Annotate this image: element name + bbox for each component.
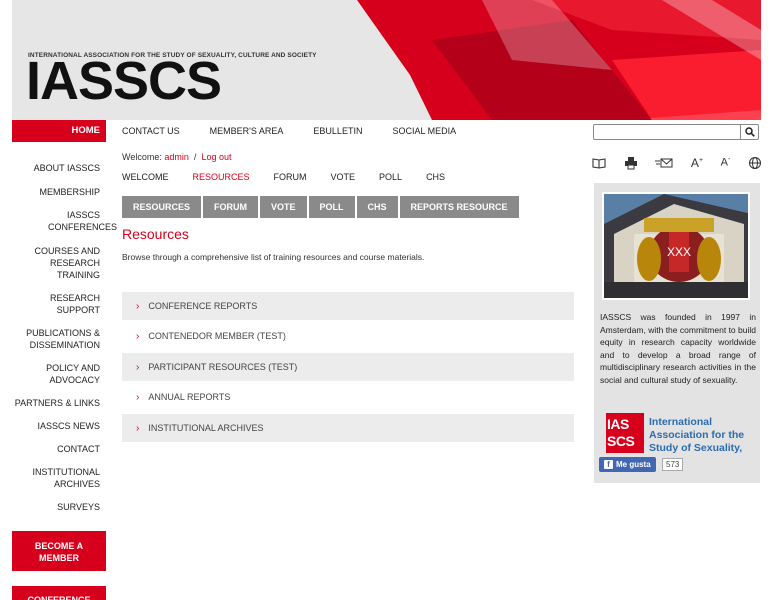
tab-resources[interactable]: RESOURCES bbox=[122, 196, 202, 218]
welcome-prefix: Welcome: bbox=[122, 152, 162, 162]
site-header: INTERNATIONAL ASSOCIATION FOR THE STUDY … bbox=[12, 0, 761, 120]
chevron-right-icon: › bbox=[136, 301, 140, 312]
nav-social-media[interactable]: SOCIAL MEDIA bbox=[392, 126, 456, 136]
nav-members-area[interactable]: MEMBER'S AREA bbox=[210, 126, 284, 136]
tab-poll[interactable]: POLL bbox=[308, 196, 355, 218]
sidebar: HOME ABOUT IASSCS MEMBERSHIP IASSCS CONF… bbox=[12, 120, 117, 513]
accordion-label: PARTICIPANT RESOURCES (TEST) bbox=[148, 362, 298, 372]
nav-contact-us[interactable]: CONTACT US bbox=[122, 126, 180, 136]
sidebar-item-about[interactable]: ABOUT IASSCS bbox=[12, 162, 106, 174]
sidebar-item-partners[interactable]: PARTNERS & LINKS bbox=[12, 397, 106, 409]
accordion-item-institutional-archives[interactable]: › INSTITUTIONAL ARCHIVES bbox=[122, 414, 574, 442]
sidebar-item-research-support[interactable]: RESEARCH SUPPORT bbox=[12, 292, 106, 316]
accordion-item-participant-resources[interactable]: › PARTICIPANT RESOURCES (TEST) bbox=[122, 353, 574, 381]
font-decrease-icon[interactable]: A- bbox=[721, 156, 731, 170]
facebook-icon: f bbox=[604, 460, 613, 469]
accordion-label: ANNUAL REPORTS bbox=[148, 392, 231, 402]
sidebar-item-contact[interactable]: CONTACT bbox=[12, 443, 106, 455]
accordion-label: CONFERENCE REPORTS bbox=[148, 301, 258, 311]
fb-like-label: Me gusta bbox=[616, 460, 651, 469]
accordion-item-annual-reports[interactable]: › ANNUAL REPORTS bbox=[122, 383, 574, 411]
globe-icon[interactable] bbox=[748, 156, 762, 170]
tab-chs[interactable]: CHS bbox=[356, 196, 398, 218]
chevron-right-icon: › bbox=[136, 362, 140, 373]
sub-nav: WELCOME RESOURCES FORUM VOTE POLL CHS bbox=[122, 172, 469, 182]
accordion-label: CONTENEDOR MEMBER (TEST) bbox=[148, 331, 286, 341]
fb-like-count: 573 bbox=[662, 458, 684, 471]
resource-tabs: RESOURCES FORUM VOTE POLL CHS REPORTS RE… bbox=[122, 196, 521, 218]
subnav-poll[interactable]: POLL bbox=[379, 172, 402, 182]
sidebar-item-surveys[interactable]: SURVEYS bbox=[12, 501, 106, 513]
amsterdam-photo: XXX bbox=[602, 192, 750, 300]
chevron-right-icon: › bbox=[136, 331, 140, 342]
tab-forum[interactable]: FORUM bbox=[203, 196, 259, 218]
print-icon[interactable] bbox=[624, 156, 638, 170]
svg-text:XXX: XXX bbox=[667, 245, 691, 259]
subnav-welcome[interactable]: WELCOME bbox=[122, 172, 169, 182]
subnav-chs[interactable]: CHS bbox=[426, 172, 445, 182]
accordion-item-conference-reports[interactable]: › CONFERENCE REPORTS bbox=[122, 292, 574, 320]
fb-like-button[interactable]: f Me gusta bbox=[599, 457, 656, 472]
tab-vote[interactable]: VOTE bbox=[260, 196, 307, 218]
username-link[interactable]: admin bbox=[164, 152, 189, 162]
sidebar-item-news[interactable]: IASSCS NEWS bbox=[12, 420, 106, 432]
fb-page-title[interactable]: International Association for the Study … bbox=[649, 416, 759, 455]
sidebar-item-conferences[interactable]: IASSCS CONFERENCES bbox=[12, 209, 117, 233]
welcome-separator: / bbox=[193, 152, 197, 162]
page-title: Resources bbox=[122, 226, 189, 242]
welcome-line: Welcome: admin / Log out bbox=[122, 152, 231, 162]
sidebar-item-home[interactable]: HOME bbox=[12, 120, 106, 142]
font-increase-icon[interactable]: A+ bbox=[691, 156, 703, 170]
about-panel: XXX IASSCS was founded in 1997 in Amster… bbox=[594, 183, 760, 483]
sidebar-item-courses[interactable]: COURSES AND RESEARCH TRAINING bbox=[12, 245, 106, 281]
fb-logo-top: IAS bbox=[607, 416, 629, 432]
sidebar-item-archives[interactable]: INSTITUTIONAL ARCHIVES bbox=[12, 466, 106, 490]
become-member-button[interactable]: BECOME A MEMBER bbox=[12, 531, 106, 571]
page-tools: A+ A- bbox=[592, 156, 762, 170]
logout-link[interactable]: Log out bbox=[201, 152, 231, 162]
sidebar-item-membership[interactable]: MEMBERSHIP bbox=[12, 186, 106, 198]
chevron-right-icon: › bbox=[136, 423, 140, 434]
fb-logo-bottom: SCS bbox=[607, 433, 635, 449]
conference-button[interactable]: CONFERENCE bbox=[12, 586, 106, 600]
tab-reports-resource[interactable]: REPORTS RESOURCE bbox=[399, 196, 519, 218]
subnav-vote[interactable]: VOTE bbox=[331, 172, 356, 182]
search-input[interactable] bbox=[594, 128, 738, 142]
search-icon bbox=[744, 127, 755, 137]
iasscs-fb-logo[interactable]: IAS SCS bbox=[606, 413, 644, 453]
subnav-forum[interactable]: FORUM bbox=[274, 172, 307, 182]
book-icon[interactable] bbox=[592, 156, 606, 170]
subnav-resources[interactable]: RESOURCES bbox=[193, 172, 250, 182]
page-intro: Browse through a comprehensive list of t… bbox=[122, 252, 425, 262]
search-box bbox=[593, 124, 759, 142]
chevron-right-icon: › bbox=[136, 392, 140, 403]
site-logo[interactable]: IASSCS bbox=[26, 54, 222, 108]
sidebar-item-publications[interactable]: PUBLICATIONS & DISSEMINATION bbox=[12, 327, 106, 351]
email-icon[interactable] bbox=[655, 156, 673, 170]
top-nav: CONTACT US MEMBER'S AREA EBULLETIN SOCIA… bbox=[122, 126, 486, 136]
search-button[interactable] bbox=[740, 125, 758, 139]
accordion-item-contenedor-member[interactable]: › CONTENEDOR MEMBER (TEST) bbox=[122, 322, 574, 350]
about-description: IASSCS was founded in 1997 in Amsterdam,… bbox=[600, 312, 756, 385]
sidebar-item-policy[interactable]: POLICY AND ADVOCACY bbox=[12, 362, 106, 386]
accordion-label: INSTITUTIONAL ARCHIVES bbox=[148, 423, 264, 433]
nav-ebulletin[interactable]: EBULLETIN bbox=[313, 126, 362, 136]
